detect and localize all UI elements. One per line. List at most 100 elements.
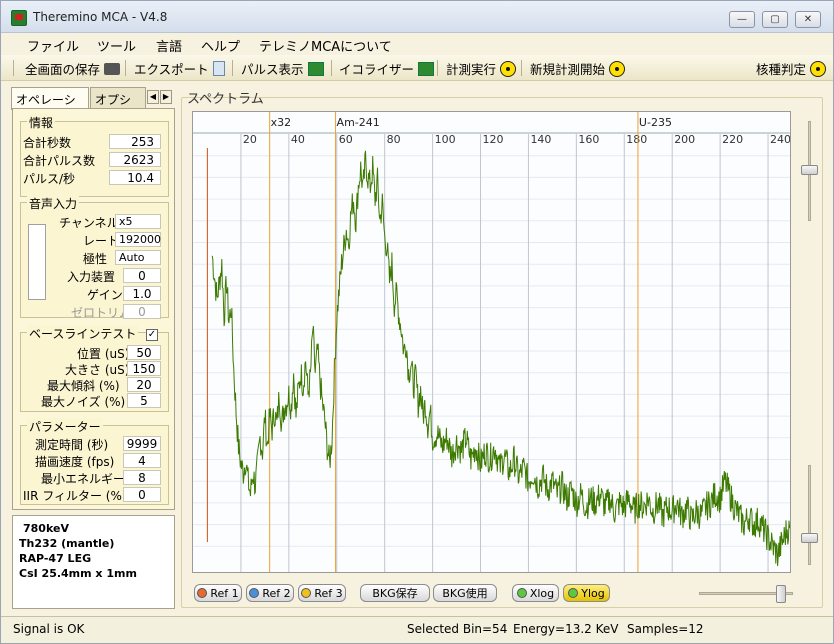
xlog-button[interactable]: Xlog bbox=[512, 584, 559, 602]
max-noise-label: 最大ノイズ (%) bbox=[41, 395, 126, 409]
channel-select[interactable]: x5 bbox=[115, 214, 161, 229]
audio-input-group-title: 音声入力 bbox=[27, 195, 80, 212]
input-device-field[interactable]: 0 bbox=[123, 268, 161, 283]
radiation-icon bbox=[810, 60, 827, 77]
measure-time-field[interactable]: 9999 bbox=[123, 436, 161, 451]
zero-trim-field[interactable]: 0 bbox=[123, 304, 161, 319]
baseline-size-field[interactable]: 150 bbox=[127, 361, 161, 376]
tab-options[interactable]: オプション bbox=[90, 87, 146, 124]
left-tabs: オペレーション オプション ◀ ▶ bbox=[11, 87, 175, 124]
menu-tools[interactable]: ツール bbox=[97, 36, 136, 55]
max-slope-field[interactable]: 20 bbox=[127, 377, 161, 392]
energy-status: Energy=13.2 KeV bbox=[513, 622, 619, 636]
gain-field[interactable]: 1.0 bbox=[123, 286, 161, 301]
pulse-display-button[interactable]: パルス表示 bbox=[241, 59, 324, 78]
total-pulses-label: 合計パルス数 bbox=[23, 154, 96, 168]
spectrum-chart: 20 40 60 80 100 120 140 160 180 200 220 240 x32 Am-24… bbox=[193, 112, 790, 572]
iir-filter-label: IIR フィルター (%) bbox=[23, 489, 127, 503]
polarity-select[interactable]: Auto bbox=[115, 250, 161, 265]
window-title: Theremino MCA - V4.8 bbox=[33, 10, 168, 24]
ylog-button[interactable]: Ylog bbox=[563, 584, 610, 602]
yellow-led-icon bbox=[301, 588, 312, 598]
x-tick-label: 160 bbox=[578, 133, 599, 146]
equalizer-button[interactable]: イコライザー bbox=[339, 59, 435, 78]
toolbar-separator bbox=[331, 60, 332, 76]
ref1-label: Ref 1 bbox=[210, 586, 239, 600]
min-energy-label: 最小エネルギー bbox=[41, 472, 126, 486]
waveform-icon bbox=[418, 61, 435, 76]
isotope-marker-label: Am-241 bbox=[337, 116, 380, 129]
bkg-save-button[interactable]: BKG保存 bbox=[360, 584, 430, 602]
ref1-button[interactable]: Ref 1 bbox=[194, 584, 242, 602]
new-run-label: 新規計測開始 bbox=[530, 62, 606, 77]
x-tick-label: 140 bbox=[530, 133, 551, 146]
y-zoom-slider[interactable] bbox=[801, 121, 818, 221]
gain-label: ゲイン bbox=[87, 288, 123, 302]
slider-thumb[interactable] bbox=[801, 533, 818, 543]
run-button[interactable]: 計測実行 bbox=[446, 59, 517, 78]
pulses-per-sec-value: 10.4 bbox=[109, 170, 161, 185]
total-pulses-value: 2623 bbox=[109, 152, 161, 167]
tab-scroll-left-button[interactable]: ◀ bbox=[147, 90, 159, 104]
total-seconds-value: 253 bbox=[109, 134, 161, 149]
ref3-button[interactable]: Ref 3 bbox=[298, 584, 346, 602]
zero-trim-label: ゼロトリム bbox=[71, 306, 132, 320]
baseline-size-label: 大きさ (uS) bbox=[65, 363, 130, 377]
camera-icon bbox=[104, 62, 121, 75]
status-bar: Signal is OK Selected Bin=54 Energy=13.2… bbox=[1, 616, 833, 643]
new-run-button[interactable]: 新規計測開始 bbox=[530, 59, 626, 78]
draw-speed-label: 描画速度 (fps) bbox=[35, 455, 115, 469]
ylog-label: Ylog bbox=[581, 586, 605, 600]
minimize-button[interactable]: — bbox=[729, 11, 755, 28]
save-screen-button[interactable]: 全画面の保存 bbox=[25, 59, 121, 78]
tab-operation[interactable]: オペレーション bbox=[11, 87, 89, 124]
pulses-per-sec-label: パルス/秒 bbox=[23, 172, 76, 186]
nuclide-id-button[interactable]: 核種判定 bbox=[756, 59, 827, 78]
min-energy-field[interactable]: 8 bbox=[123, 470, 161, 485]
pulse-display-label: パルス表示 bbox=[241, 62, 304, 77]
iir-filter-field[interactable]: 0 bbox=[123, 487, 161, 502]
slider-thumb[interactable] bbox=[776, 585, 786, 603]
document-icon bbox=[212, 61, 225, 76]
notes-textbox[interactable]: 780keV Th232 (mantle) RAP-47 LEG CsI 25.… bbox=[12, 515, 175, 609]
baseline-test-checkbox[interactable]: ✓ bbox=[146, 329, 158, 341]
menu-help[interactable]: ヘルプ bbox=[201, 36, 240, 55]
title-bar: Theremino MCA - V4.8 — ▢ ✕ bbox=[1, 1, 833, 33]
export-button[interactable]: エクスポート bbox=[134, 59, 225, 78]
maximize-button[interactable]: ▢ bbox=[762, 11, 788, 28]
draw-speed-field[interactable]: 4 bbox=[123, 453, 161, 468]
rate-select[interactable]: 192000 bbox=[115, 232, 161, 247]
y-offset-slider[interactable] bbox=[801, 465, 818, 565]
nuclide-id-label: 核種判定 bbox=[756, 62, 807, 77]
input-device-label: 入力装置 bbox=[67, 270, 116, 284]
parameters-group: パラメーター 測定時間 (秒) 9999 描画速度 (fps) 4 最小エネルギ… bbox=[20, 418, 169, 505]
polarity-label: 極性 bbox=[83, 252, 108, 266]
note-line: RAP-47 LEG bbox=[19, 552, 92, 565]
menu-language[interactable]: 言語 bbox=[156, 36, 182, 55]
max-noise-field[interactable]: 5 bbox=[127, 393, 161, 408]
menu-about[interactable]: テレミノMCAについて bbox=[259, 36, 392, 55]
x-tick-label: 200 bbox=[674, 133, 695, 146]
radiation-icon bbox=[500, 60, 517, 77]
note-line: Th232 (mantle) bbox=[19, 537, 115, 550]
spectrum-plot[interactable]: 20 40 60 80 100 120 140 160 180 200 220 240 x32 Am-24… bbox=[192, 111, 791, 573]
x-zoom-slider[interactable] bbox=[699, 579, 793, 603]
toolbar-separator bbox=[437, 60, 438, 76]
info-group: 情報 合計秒数 253 合計パルス数 2623 パルス/秒 10.4 bbox=[20, 114, 169, 197]
note-line: 780keV bbox=[23, 522, 69, 535]
tab-scroll-right-button[interactable]: ▶ bbox=[160, 90, 172, 104]
toolbar-separator bbox=[125, 60, 126, 76]
ref2-button[interactable]: Ref 2 bbox=[246, 584, 294, 602]
xlog-label: Xlog bbox=[529, 586, 555, 600]
spectrum-title: スペクトラム bbox=[187, 92, 264, 107]
channel-label: チャンネル bbox=[59, 216, 119, 230]
isotope-marker-label: U-235 bbox=[639, 116, 672, 129]
info-group-title: 情報 bbox=[27, 114, 56, 131]
green-led-icon bbox=[516, 588, 527, 598]
baseline-position-field[interactable]: 50 bbox=[127, 345, 161, 360]
slider-thumb[interactable] bbox=[801, 165, 818, 175]
bkg-use-button[interactable]: BKG使用 bbox=[433, 584, 497, 602]
menu-file[interactable]: ファイル bbox=[27, 36, 79, 55]
radiation-icon bbox=[609, 60, 626, 77]
close-button[interactable]: ✕ bbox=[795, 11, 821, 28]
